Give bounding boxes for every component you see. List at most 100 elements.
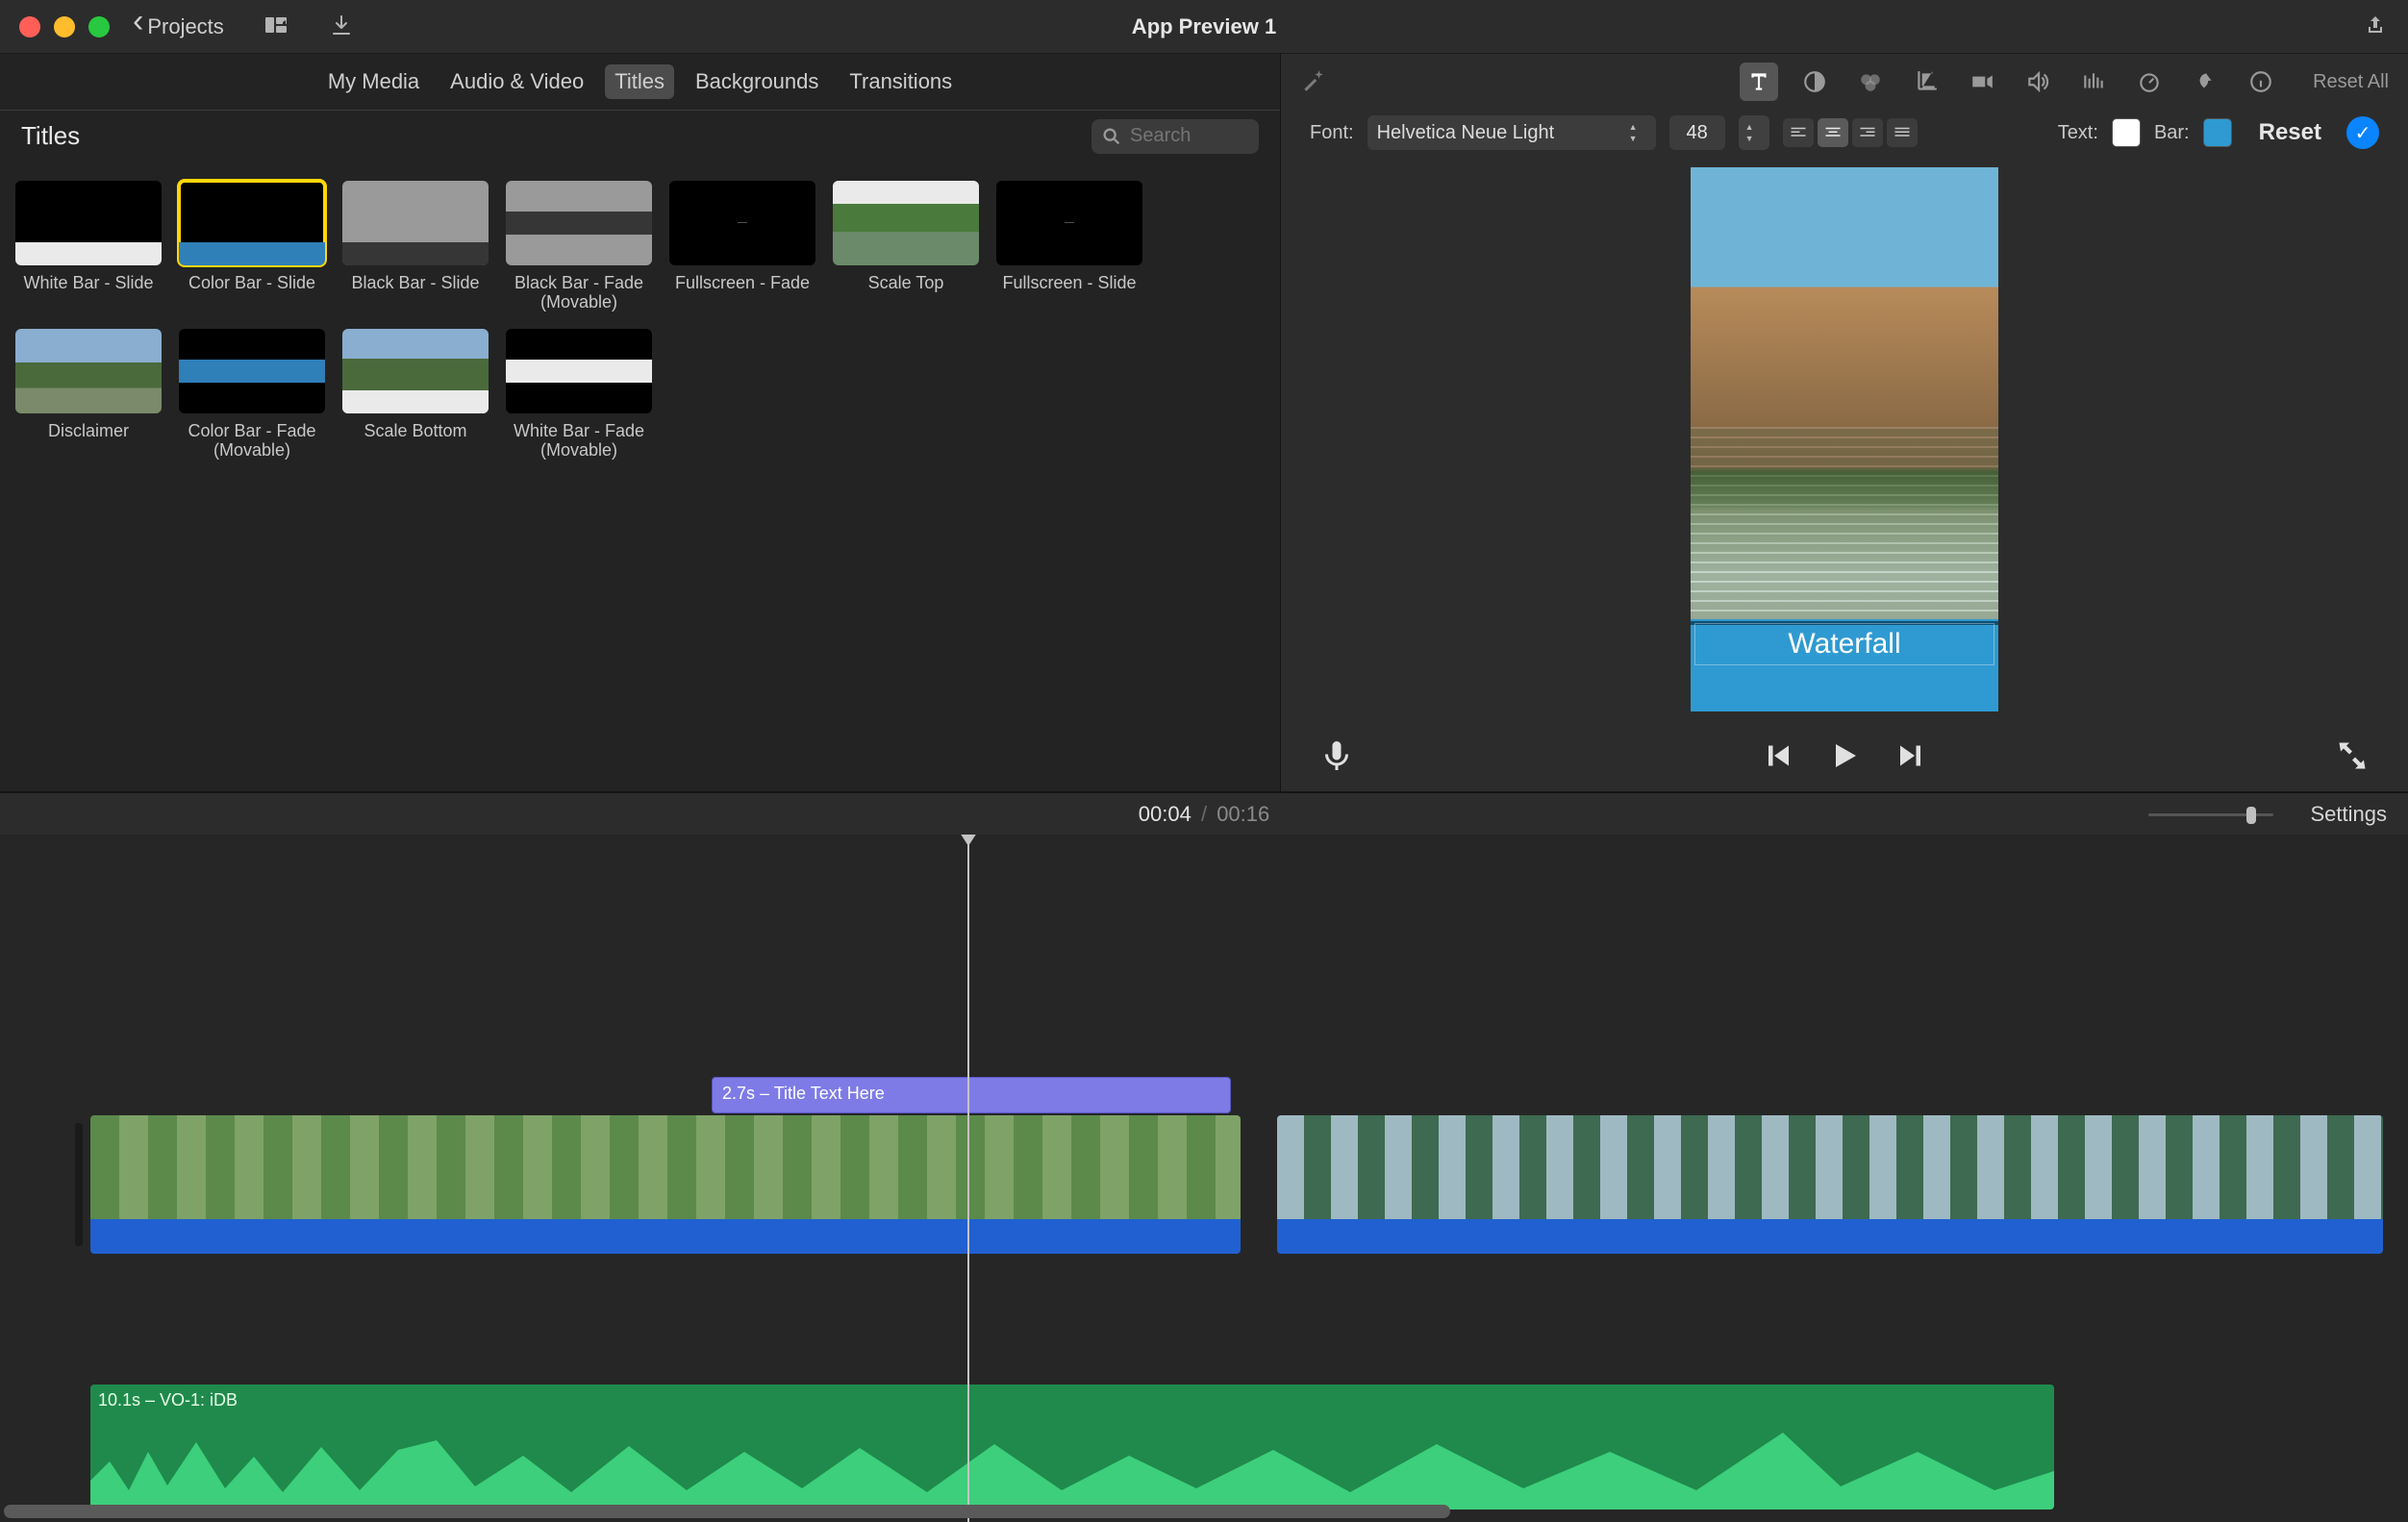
prev-frame-button[interactable] xyxy=(1760,738,1794,776)
window-close-button[interactable] xyxy=(19,16,40,37)
tab-transitions[interactable]: Transitions xyxy=(840,64,962,99)
preview-frame[interactable]: Waterfall xyxy=(1691,167,1998,711)
tile-caption: Color Bar - Slide xyxy=(188,273,315,292)
title-tile[interactable]: White Bar - Fade (Movable) xyxy=(506,329,652,460)
inspector-tab-share[interactable] xyxy=(2186,62,2224,101)
inspector-reset-button[interactable]: Reset xyxy=(2259,119,2321,146)
next-frame-button[interactable] xyxy=(1894,738,1929,776)
time-display: 00:04 / 00:16 xyxy=(1139,802,1270,827)
inspector-tab-crop[interactable] xyxy=(1907,62,1945,101)
title-tile[interactable]: White Bar - Slide xyxy=(15,181,162,312)
font-label: Font: xyxy=(1310,122,1354,144)
title-tile-selected[interactable]: Color Bar - Slide xyxy=(179,181,325,312)
tab-my-media[interactable]: My Media xyxy=(318,64,429,99)
preview-title-text[interactable]: Waterfall xyxy=(1694,623,1994,665)
timeline-scrollbar[interactable] xyxy=(0,1505,2408,1518)
text-align-group xyxy=(1783,118,1918,147)
tile-caption: Scale Top xyxy=(868,273,944,292)
title-clip[interactable]: 2.7s – Title Text Here xyxy=(712,1077,1231,1113)
clip-start-handle[interactable] xyxy=(75,1123,83,1246)
zoom-slider[interactable] xyxy=(2148,805,2273,824)
video-clip-2[interactable] xyxy=(1277,1115,2383,1254)
title-tile[interactable]: Black Bar - Fade (Movable) xyxy=(506,181,652,312)
window-fullscreen-button[interactable] xyxy=(88,16,110,37)
title-tile[interactable]: Scale Bottom xyxy=(342,329,489,460)
waveform-icon xyxy=(90,1423,2054,1510)
align-left-button[interactable] xyxy=(1783,118,1814,147)
timeline[interactable]: 2.7s – Title Text Here 10.1s – VO-1: iDB xyxy=(0,835,2408,1522)
import-download-icon[interactable] xyxy=(328,13,355,39)
tile-caption: White Bar - Slide xyxy=(23,273,153,292)
bar-color-swatch[interactable] xyxy=(2203,118,2232,147)
tile-caption: Fullscreen - Fade xyxy=(675,273,810,292)
text-color-swatch[interactable] xyxy=(2112,118,2141,147)
media-library-icon[interactable] xyxy=(263,13,289,39)
tab-titles[interactable]: Titles xyxy=(605,64,674,99)
align-justify-button[interactable] xyxy=(1887,118,1918,147)
align-right-button[interactable] xyxy=(1852,118,1883,147)
preview-water xyxy=(1691,427,1998,619)
magic-wand-icon[interactable] xyxy=(1300,68,1325,96)
tab-backgrounds[interactable]: Backgrounds xyxy=(686,64,828,99)
tile-caption: White Bar - Fade (Movable) xyxy=(507,421,651,460)
clip-audio-track[interactable] xyxy=(90,1219,1241,1254)
voiceover-clip[interactable]: 10.1s – VO-1: iDB xyxy=(90,1385,2054,1510)
inspector-tab-color-balance[interactable] xyxy=(1795,62,1834,101)
tile-caption: Black Bar - Fade (Movable) xyxy=(507,273,651,312)
title-tile[interactable]: Disclaimer xyxy=(15,329,162,460)
inspector-tab-noise[interactable] xyxy=(2074,62,2113,101)
search-icon xyxy=(1101,126,1122,150)
window-toolbar: Projects App Preview 1 xyxy=(0,0,2408,54)
tile-caption: Fullscreen - Slide xyxy=(1002,273,1136,292)
playhead[interactable] xyxy=(967,835,969,1522)
title-inspector-controls: Font: Helvetica Neue Light 48 Text: Bar: xyxy=(1281,110,2408,156)
time-total: 00:16 xyxy=(1217,802,1269,826)
font-size-field[interactable]: 48 xyxy=(1669,115,1725,150)
inspector-tab-color-correct[interactable] xyxy=(1851,62,1890,101)
back-to-projects-button[interactable]: Projects xyxy=(133,14,224,39)
zoom-knob[interactable] xyxy=(2246,807,2256,824)
playback-controls xyxy=(1281,722,2408,791)
tile-caption: Scale Bottom xyxy=(364,421,466,440)
reset-all-button[interactable]: Reset All xyxy=(2313,71,2389,93)
tab-audio-video[interactable]: Audio & Video xyxy=(440,64,593,99)
titles-grid: White Bar - Slide Color Bar - Slide Blac… xyxy=(0,162,1280,479)
time-current: 00:04 xyxy=(1139,802,1191,826)
inspector-tab-title[interactable] xyxy=(1740,62,1778,101)
inspector-tab-volume[interactable] xyxy=(2019,62,2057,101)
title-tile[interactable]: Color Bar - Fade (Movable) xyxy=(179,329,325,460)
play-button[interactable] xyxy=(1827,738,1862,776)
inspector-tab-info[interactable] xyxy=(2242,62,2280,101)
font-size-stepper[interactable] xyxy=(1739,115,1769,150)
font-family-value: Helvetica Neue Light xyxy=(1377,122,1555,144)
title-tile[interactable]: — Fullscreen - Slide xyxy=(996,181,1142,312)
tile-caption: Black Bar - Slide xyxy=(351,273,479,292)
title-tile[interactable]: — Fullscreen - Fade xyxy=(669,181,815,312)
fullscreen-button[interactable] xyxy=(2335,738,2370,776)
align-center-button[interactable] xyxy=(1818,118,1848,147)
timeline-header: 00:04 / 00:16 Settings xyxy=(0,792,2408,835)
inspector-tab-row: Reset All xyxy=(1281,54,2408,110)
updown-icon xyxy=(1629,122,1646,143)
title-tile[interactable]: Black Bar - Slide xyxy=(342,181,489,312)
time-separator: / xyxy=(1201,802,1207,826)
inspector-tab-stabilize[interactable] xyxy=(1963,62,2001,101)
text-color-label: Text: xyxy=(2058,122,2098,144)
tile-caption: Disclaimer xyxy=(48,421,129,440)
inspector-tab-speed[interactable] xyxy=(2130,62,2169,101)
clip-audio-track[interactable] xyxy=(1277,1219,2383,1254)
scrollbar-thumb[interactable] xyxy=(4,1505,1450,1518)
share-icon[interactable] xyxy=(2362,13,2389,39)
video-clip-1[interactable] xyxy=(90,1115,1241,1254)
voiceover-record-button[interactable] xyxy=(1319,738,1354,776)
browser-tabs: My Media Audio & Video Titles Background… xyxy=(0,54,1280,110)
title-tile[interactable]: Scale Top xyxy=(833,181,979,312)
chevron-left-icon xyxy=(133,14,143,39)
font-family-select[interactable]: Helvetica Neue Light xyxy=(1367,115,1656,150)
project-title: App Preview 1 xyxy=(1132,14,1276,39)
timeline-settings-button[interactable]: Settings xyxy=(2311,802,2388,827)
preview-viewer: Waterfall xyxy=(1281,156,2408,722)
inspector-apply-button[interactable]: ✓ xyxy=(2346,116,2379,149)
bar-color-label: Bar: xyxy=(2154,122,2190,144)
window-minimize-button[interactable] xyxy=(54,16,75,37)
